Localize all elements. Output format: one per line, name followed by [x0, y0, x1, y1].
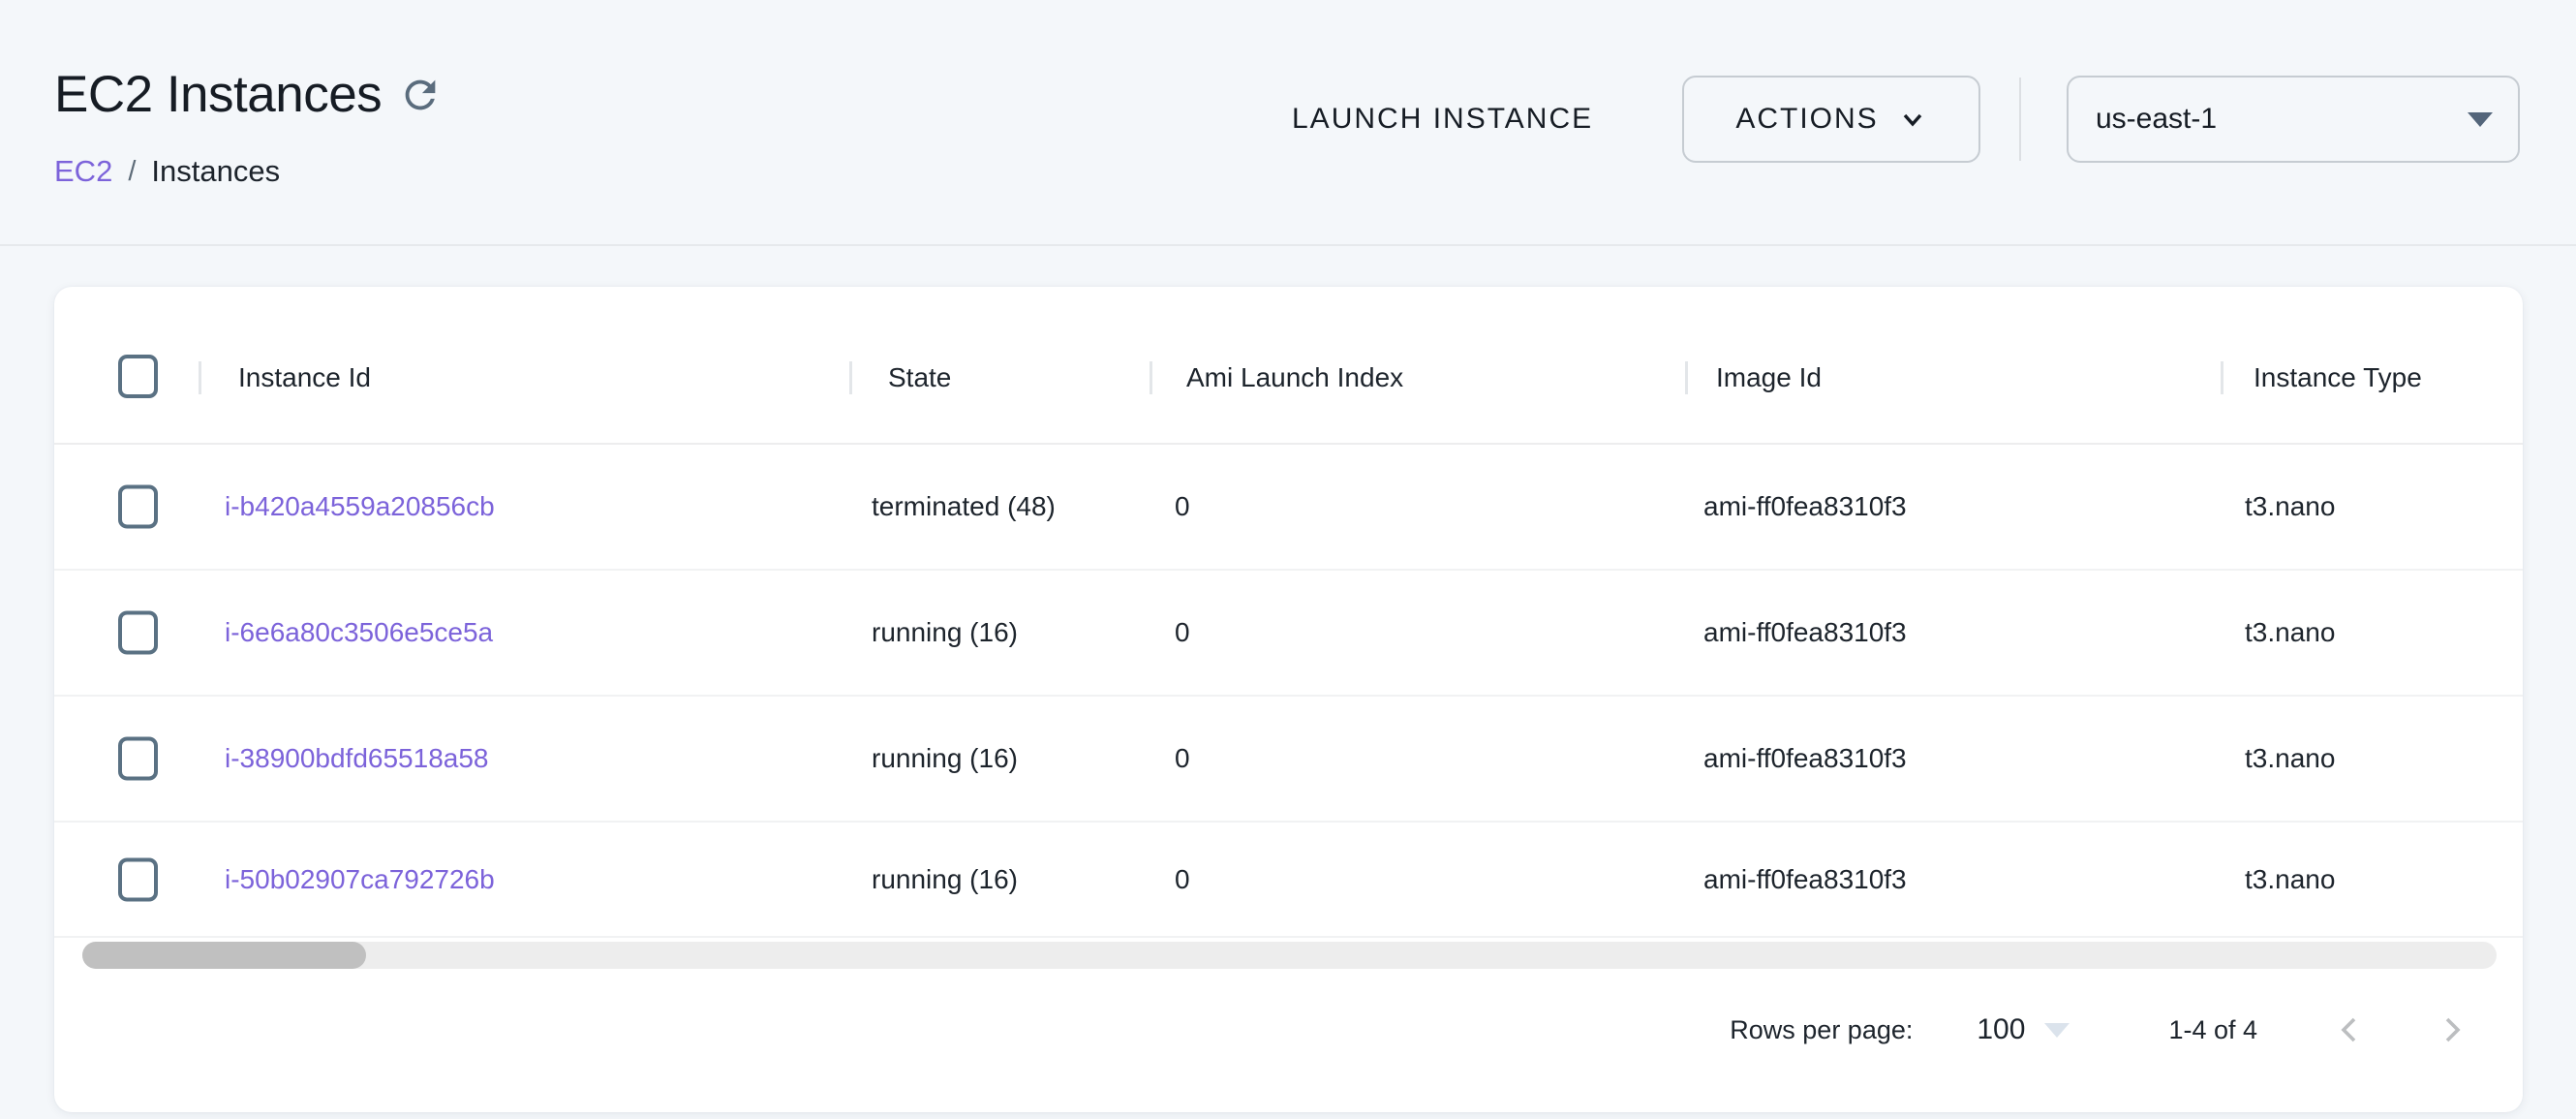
- breadcrumb-current: Instances: [151, 153, 280, 190]
- instance-type-cell: t3.nano: [2245, 742, 2335, 775]
- instance-type-cell: t3.nano: [2245, 616, 2335, 649]
- previous-page-button[interactable]: [2327, 1007, 2374, 1053]
- row-checkbox[interactable]: [118, 737, 158, 781]
- select-all-checkbox[interactable]: [118, 355, 158, 398]
- column-header-ami-launch-index[interactable]: Ami Launch Index: [1186, 361, 1403, 394]
- instance-id-link[interactable]: i-38900bdfd65518a58: [225, 742, 488, 775]
- refresh-button[interactable]: [395, 70, 445, 120]
- rows-per-page-label: Rows per page:: [1730, 1015, 1913, 1045]
- ami-launch-index-cell: 0: [1175, 742, 1190, 775]
- column-separator: [2221, 361, 2223, 394]
- chevron-left-icon: [2331, 1010, 2370, 1049]
- instances-table-card: Instance Id State Ami Launch Index Image…: [54, 287, 2523, 1112]
- column-header-instance-type[interactable]: Instance Type: [2254, 361, 2422, 394]
- row-checkbox[interactable]: [118, 857, 158, 901]
- image-id-cell: ami-ff0fea8310f3: [1703, 490, 1907, 523]
- row-checkbox[interactable]: [118, 611, 158, 655]
- ami-launch-index-cell: 0: [1175, 490, 1190, 523]
- image-id-cell: ami-ff0fea8310f3: [1703, 742, 1907, 775]
- column-separator: [1150, 361, 1152, 394]
- table-row[interactable]: i-38900bdfd65518a58 running (16) 0 ami-f…: [54, 697, 2523, 823]
- dropdown-arrow-icon: [2044, 1023, 2070, 1038]
- horizontal-scrollbar-thumb[interactable]: [82, 942, 366, 969]
- instance-id-link[interactable]: i-50b02907ca792726b: [225, 863, 495, 896]
- state-cell: terminated (48): [872, 490, 1056, 523]
- ami-launch-index-cell: 0: [1175, 616, 1190, 649]
- state-cell: running (16): [872, 863, 1018, 896]
- table-row[interactable]: i-50b02907ca792726b running (16) 0 ami-f…: [54, 823, 2523, 938]
- refresh-icon: [398, 73, 443, 117]
- table-header-row: Instance Id State Ami Launch Index Image…: [54, 287, 2523, 445]
- column-header-image-id[interactable]: Image Id: [1716, 361, 1822, 394]
- column-separator: [849, 361, 852, 394]
- horizontal-scrollbar-track[interactable]: [82, 942, 2497, 969]
- row-checkbox[interactable]: [118, 485, 158, 529]
- column-header-state[interactable]: State: [888, 361, 951, 394]
- header-divider: [0, 244, 2576, 246]
- launch-instance-button[interactable]: LAUNCH INSTANCE: [1292, 97, 1593, 141]
- toolbar-divider: [2019, 78, 2021, 161]
- table-footer: Rows per page: 100 1-4 of 4: [1730, 1004, 2474, 1056]
- actions-button[interactable]: ACTIONS: [1682, 76, 1980, 163]
- breadcrumb: EC2 / Instances: [54, 153, 280, 190]
- breadcrumb-link-ec2[interactable]: EC2: [54, 153, 112, 190]
- instance-id-link[interactable]: i-6e6a80c3506e5ce5a: [225, 616, 493, 649]
- next-page-button[interactable]: [2428, 1007, 2474, 1053]
- breadcrumb-separator: /: [128, 153, 136, 190]
- table-row[interactable]: i-b420a4559a20856cb terminated (48) 0 am…: [54, 445, 2523, 571]
- image-id-cell: ami-ff0fea8310f3: [1703, 863, 1907, 896]
- image-id-cell: ami-ff0fea8310f3: [1703, 616, 1907, 649]
- column-separator: [199, 361, 201, 394]
- state-cell: running (16): [872, 616, 1018, 649]
- dropdown-arrow-icon: [2468, 112, 2493, 127]
- ami-launch-index-cell: 0: [1175, 863, 1190, 896]
- region-selector[interactable]: us-east-1: [2067, 76, 2520, 163]
- state-cell: running (16): [872, 742, 1018, 775]
- instance-type-cell: t3.nano: [2245, 490, 2335, 523]
- pagination-range-label: 1-4 of 4: [2168, 1015, 2257, 1045]
- page-title: EC2 Instances: [54, 64, 382, 126]
- region-value: us-east-1: [2096, 103, 2217, 136]
- chevron-right-icon: [2432, 1010, 2470, 1049]
- rows-per-page-value: 100: [1977, 1013, 2025, 1046]
- column-header-instance-id[interactable]: Instance Id: [238, 361, 371, 394]
- instance-id-link[interactable]: i-b420a4559a20856cb: [225, 490, 495, 523]
- chevron-down-icon: [1898, 105, 1927, 134]
- actions-button-label: ACTIONS: [1735, 103, 1878, 136]
- rows-per-page-select[interactable]: 100: [1977, 1013, 2070, 1046]
- column-separator: [1685, 361, 1688, 394]
- instance-type-cell: t3.nano: [2245, 863, 2335, 896]
- table-row[interactable]: i-6e6a80c3506e5ce5a running (16) 0 ami-f…: [54, 571, 2523, 697]
